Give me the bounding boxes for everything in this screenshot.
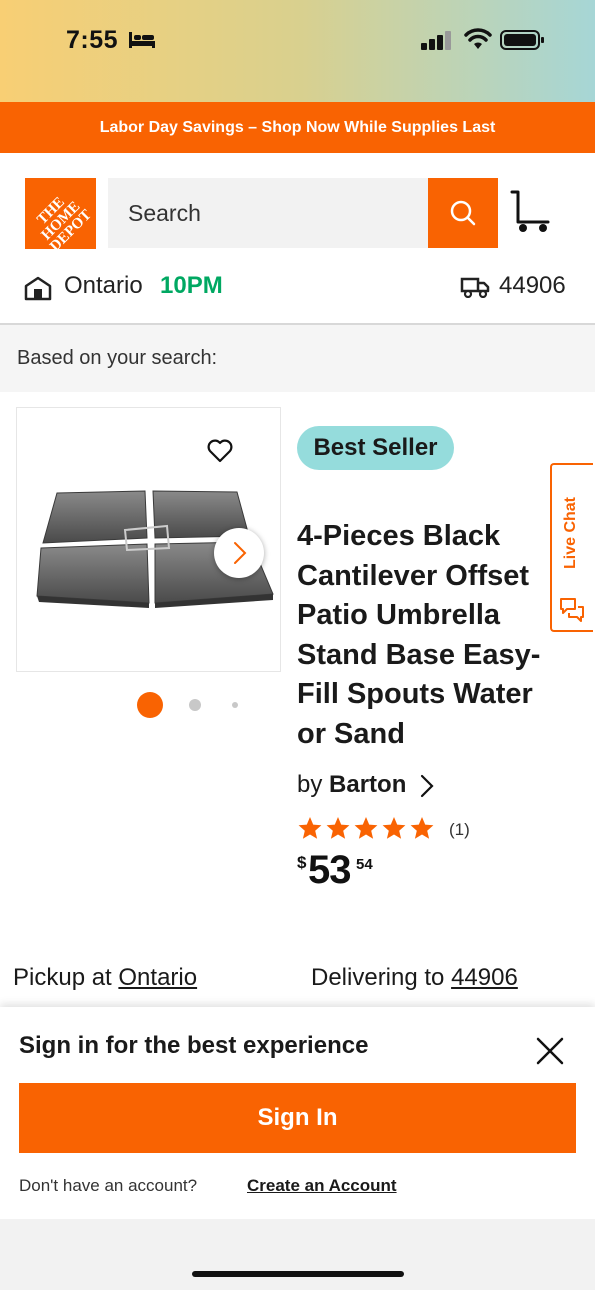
battery-icon (500, 30, 544, 50)
by-label: by (297, 771, 323, 798)
store-icon (24, 276, 52, 301)
delivery-label: Delivering to (311, 964, 445, 991)
pickup-label: Pickup at (13, 964, 112, 991)
product-title[interactable]: 4-Pieces Black Cantilever Offset Patio U… (297, 517, 567, 754)
sleep-focus-icon (129, 32, 155, 48)
sign-in-button[interactable]: Sign In (19, 1083, 576, 1153)
cellular-signal-icon (421, 31, 451, 50)
next-image-button[interactable] (214, 528, 264, 578)
pickup-store-link[interactable]: Ontario (118, 964, 197, 991)
close-icon[interactable] (534, 1035, 566, 1067)
favorite-heart-icon[interactable] (206, 438, 234, 464)
logo-text: THE HOME DEPOT (34, 194, 95, 249)
carousel-dot[interactable] (232, 702, 238, 708)
price-currency: $ (297, 853, 307, 872)
search-icon (450, 200, 476, 226)
home-depot-logo[interactable]: THE HOME DEPOT (25, 178, 96, 249)
best-seller-badge: Best Seller (297, 426, 454, 470)
sheet-title: Sign in for the best experience (19, 1032, 369, 1059)
no-account-text: Don't have an account? (19, 1176, 198, 1195)
home-indicator[interactable] (192, 1271, 404, 1277)
status-time: 7:55 (66, 26, 119, 54)
store-name[interactable]: Ontario (64, 272, 143, 300)
pickup-option[interactable]: Pickup at Ontario (13, 964, 197, 992)
carousel-dot[interactable] (189, 699, 201, 711)
search-input[interactable] (108, 178, 428, 248)
delivery-zip[interactable]: 44906 (499, 272, 566, 300)
live-chat-label[interactable]: Live Chat (551, 475, 591, 590)
search-button[interactable] (428, 178, 498, 248)
delivery-truck-icon (460, 277, 490, 298)
cart-icon[interactable] (508, 188, 554, 234)
star-rating[interactable] (297, 815, 441, 843)
brand-name[interactable]: Barton (329, 771, 406, 798)
create-account-link[interactable]: Create an Account (247, 1176, 397, 1196)
delivery-option[interactable]: Delivering to 44906 (311, 964, 518, 992)
promo-banner[interactable]: Labor Day Savings – Shop Now While Suppl… (0, 102, 595, 153)
price-cents: 54 (356, 856, 373, 873)
page-below-sheet (0, 1219, 595, 1290)
review-count[interactable]: (1) (449, 820, 470, 840)
wifi-icon (464, 28, 492, 49)
delivery-zip-link[interactable]: 44906 (451, 964, 518, 991)
section-label: Based on your search: (17, 347, 218, 369)
brand-line[interactable]: by Barton (297, 771, 406, 799)
chevron-right-icon (234, 542, 247, 564)
chat-bubbles-icon (560, 598, 584, 622)
carousel-dot-active[interactable] (137, 692, 163, 718)
chevron-right-icon[interactable] (418, 773, 436, 799)
store-hours: 10PM (160, 272, 223, 299)
price-dollars: 53 (308, 848, 351, 892)
